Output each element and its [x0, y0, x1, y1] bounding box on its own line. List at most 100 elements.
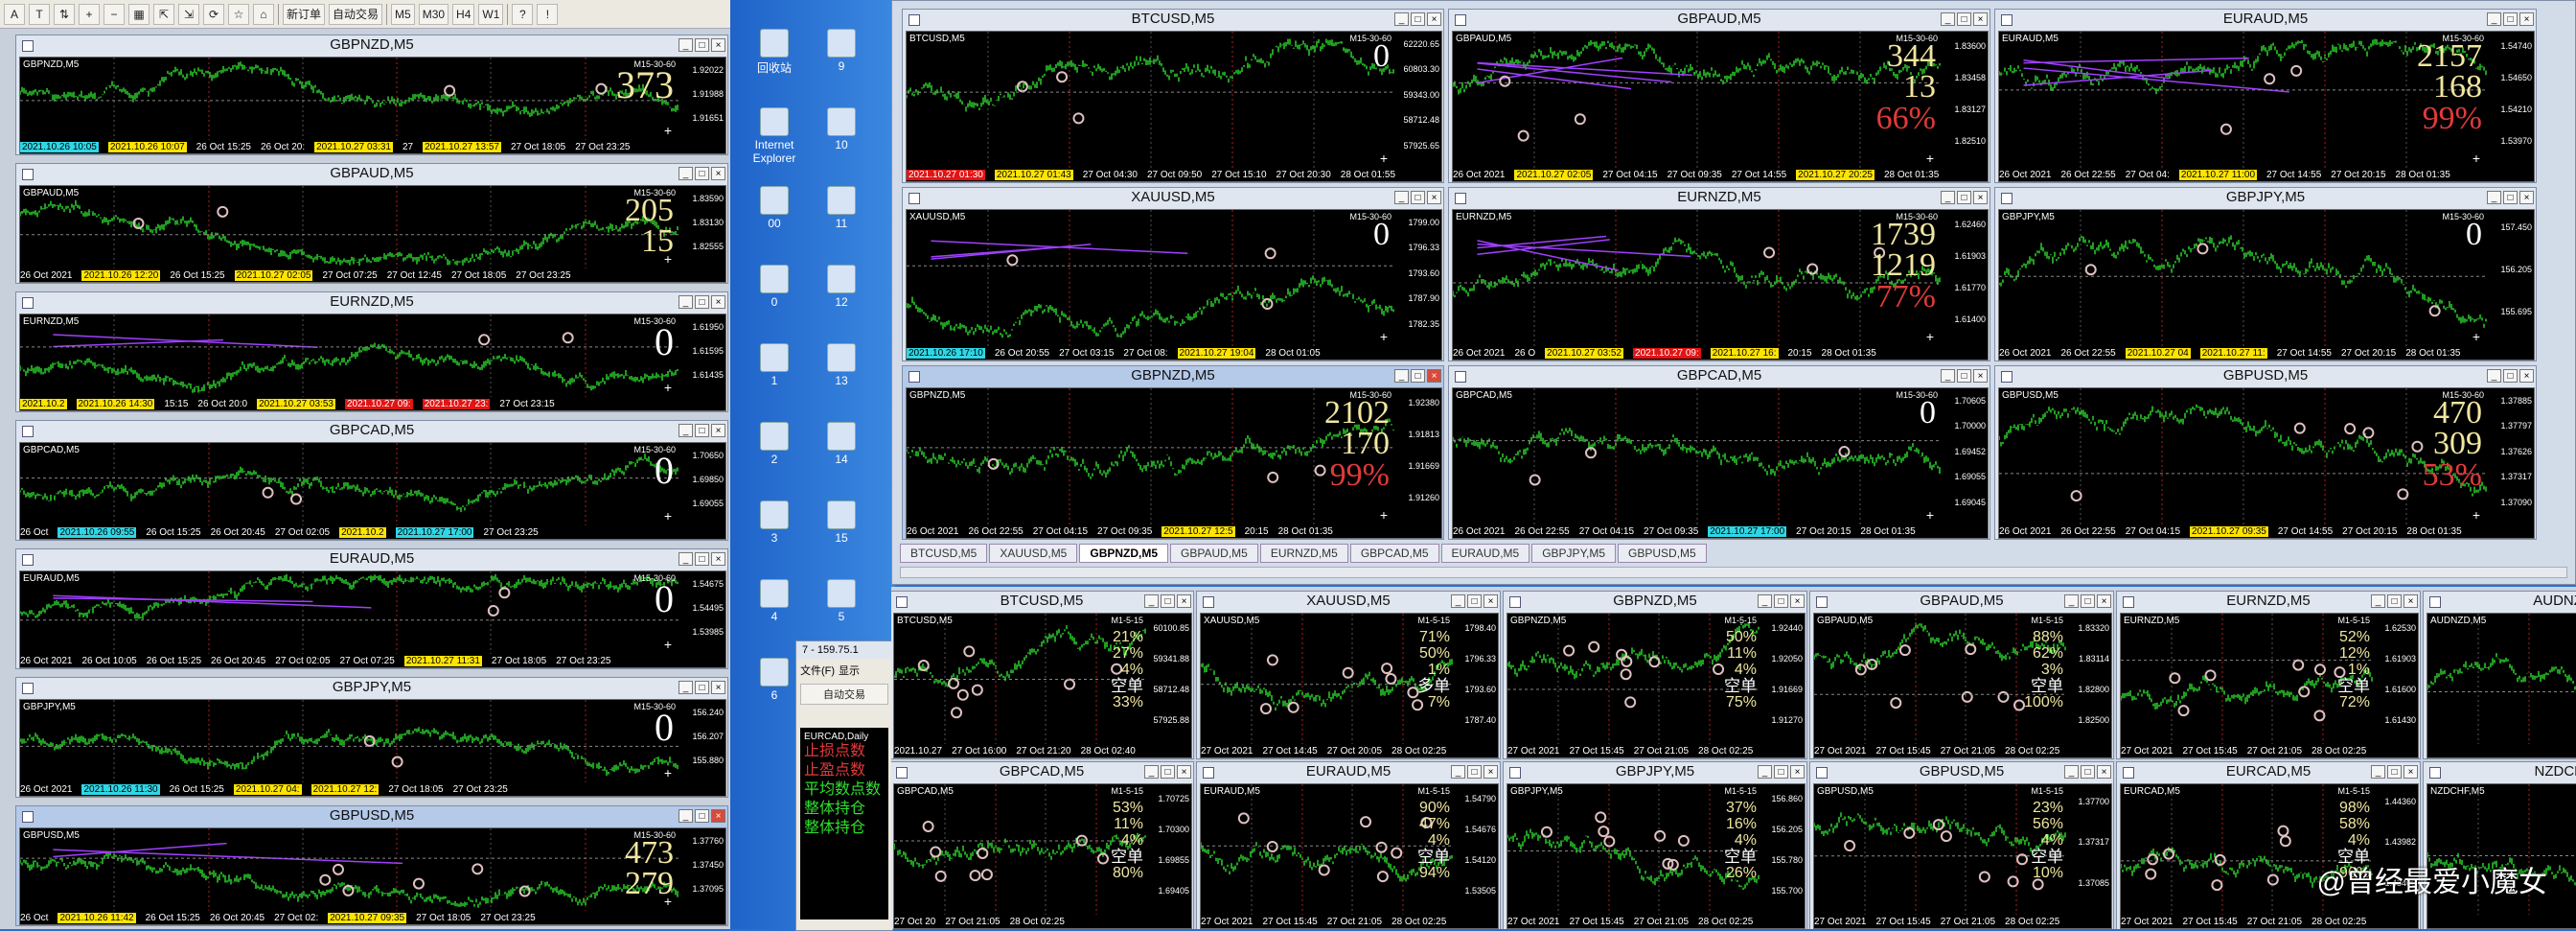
minimize-button[interactable]: _ [1941, 191, 1955, 204]
chart-window[interactable]: GBPJPY,M5 _ □ × GBPJPY,M5 M15-30-60 0 157.450 15… [1994, 187, 2537, 361]
auto-trade-button[interactable]: 自动交易 [800, 684, 888, 705]
minimize-button[interactable]: _ [2487, 191, 2501, 204]
chart-tab[interactable]: EURAUD,M5 [1440, 544, 1530, 563]
minimize-button[interactable]: _ [2487, 12, 2501, 26]
desktop-icon[interactable]: 回收站 [746, 29, 803, 76]
maximize-button[interactable]: □ [1467, 594, 1482, 608]
maximize-button[interactable]: □ [695, 552, 709, 566]
close-button[interactable]: × [1973, 191, 1988, 204]
chart-plot-area[interactable]: EURAUD,M5 M15-30-60 2157 168 99% 1.54740 1.546… [1998, 31, 2535, 182]
chart-plot-area[interactable]: EURNZD,M5 M1-5-15 52% 12% 1% 空单 72% 1.62530 1.61… [2120, 613, 2419, 758]
menu-view[interactable]: 显示 [839, 663, 860, 678]
close-button[interactable]: × [1427, 191, 1441, 204]
toolbar-button[interactable]: + [79, 3, 100, 25]
close-button[interactable]: × [1427, 369, 1441, 383]
chart-window[interactable]: GBPCAD,M5 _ □ × GBPCAD,M5 M15-30-60 0 1.70650 1.… [15, 420, 728, 541]
chart-plot-area[interactable]: XAUUSD,M5 M1-5-15 71% 50% 1% 多单 7% 1798.40 1796.… [1200, 613, 1499, 758]
maximize-button[interactable]: □ [2503, 12, 2518, 26]
chart-tab[interactable]: GBPCAD,M5 [1349, 544, 1439, 563]
toolbar-button[interactable]: 新订单 [283, 3, 326, 25]
maximize-button[interactable]: □ [695, 809, 709, 823]
close-button[interactable]: × [711, 681, 725, 694]
close-button[interactable]: × [2519, 12, 2534, 26]
chart-window[interactable]: GBPJPY,M5 _ □ × GBPJPY,M5 M1-5-15 37% 16% 4% 空单 26… [1503, 761, 1807, 929]
close-button[interactable]: × [1484, 765, 1498, 779]
toolbar-button[interactable]: ⌂ [253, 3, 274, 25]
chart-plot-area[interactable]: GBPAUD,M5 M1-5-15 88% 62% 3% 空单 100% 1.83320 1.8… [1813, 613, 2112, 758]
close-button[interactable]: × [1790, 765, 1805, 779]
minimize-button[interactable]: _ [1941, 12, 1955, 26]
chart-window[interactable]: XAUUSD,M5 _ □ × XAUUSD,M5 M1-5-15 71% 50% 1% 多单 7%… [1196, 591, 1501, 759]
toolbar-button[interactable]: − [104, 3, 125, 25]
desktop-icon[interactable]: 14 [813, 422, 870, 466]
minimize-button[interactable]: _ [678, 38, 693, 52]
minimize-button[interactable]: _ [678, 295, 693, 309]
toolbar-button[interactable]: ☆ [228, 3, 249, 25]
chart-window[interactable]: EURNZD,M5 _ □ × EURNZD,M5 M15-30-60 1739 1219 77… [1448, 187, 1990, 361]
close-button[interactable]: × [711, 167, 725, 180]
close-button[interactable]: × [1177, 594, 1191, 608]
close-button[interactable]: × [1177, 765, 1191, 779]
toolbar-button[interactable]: M5 [391, 3, 415, 25]
desktop-icon[interactable]: 6 [746, 658, 803, 702]
minimize-button[interactable]: _ [1758, 594, 1772, 608]
toolbar-button[interactable]: ⟳ [203, 3, 224, 25]
desktop-icon[interactable]: 13 [813, 343, 870, 387]
chart-plot-area[interactable]: GBPCAD,M5 M15-30-60 0 1.70650 1.69850 1.69055… [19, 442, 726, 540]
chart-window[interactable]: AUDNZD,M5_□×AUDNZD,M5 [2423, 591, 2576, 759]
chart-window[interactable]: GBPNZD,M5 _ □ × GBPNZD,M5 M15-30-60 373 1.92022… [15, 35, 728, 155]
close-button[interactable]: × [1427, 12, 1441, 26]
maximize-button[interactable]: □ [695, 167, 709, 180]
chart-window[interactable]: GBPNZD,M5 _ □ × GBPNZD,M5 M15-30-60 2102 170 99%… [902, 365, 1444, 540]
desktop-icon[interactable]: 9 [813, 29, 870, 73]
maximize-button[interactable]: □ [695, 681, 709, 694]
chart-window[interactable]: XAUUSD,M5 _ □ × XAUUSD,M5 M15-30-60 0 1799.00 17… [902, 187, 1444, 361]
minimize-button[interactable]: _ [2064, 594, 2079, 608]
chart-window[interactable]: GBPUSD,M5 _ □ × GBPUSD,M5 M15-30-60 473 279 1.37… [15, 805, 728, 926]
minimize-button[interactable]: _ [1394, 191, 1409, 204]
desktop-icon[interactable]: 2 [746, 422, 803, 466]
close-button[interactable]: × [711, 38, 725, 52]
maximize-button[interactable]: □ [695, 424, 709, 437]
chart-tab[interactable]: GBPAUD,M5 [1170, 544, 1258, 563]
chart-tab[interactable]: GBPJPY,M5 [1531, 544, 1617, 563]
minimize-button[interactable]: _ [1758, 765, 1772, 779]
toolbar-button[interactable]: M30 [418, 3, 449, 25]
desktop-icon[interactable]: 10 [813, 107, 870, 151]
chart-plot-area[interactable]: GBPJPY,M5 M1-5-15 37% 16% 4% 空单 26% 156.860 156.… [1506, 783, 1806, 929]
maximize-button[interactable]: □ [1411, 12, 1425, 26]
chart-plot-area[interactable]: GBPJPY,M5 M15-30-60 0 157.450 156.205 155.695… [1998, 209, 2535, 361]
maximize-button[interactable]: □ [695, 295, 709, 309]
toolbar-button[interactable]: W1 [478, 3, 504, 25]
chart-plot-area[interactable]: XAUUSD,M5 M15-30-60 0 1799.00 1796.33 1793.60… [906, 209, 1442, 361]
minimize-button[interactable]: _ [1144, 765, 1159, 779]
maximize-button[interactable]: □ [1774, 765, 1788, 779]
chart-window[interactable]: NZDCHF,M5_□×NZDCHF,M5 [2423, 761, 2576, 929]
chart-window[interactable]: GBPJPY,M5 _ □ × GBPJPY,M5 M15-30-60 0 156.240 15… [15, 677, 728, 798]
chart-plot-area[interactable]: BTCUSD,M5 M1-5-15 21% 27% 4% 空单 33% 60100.85 593… [893, 613, 1192, 758]
chart-plot-area[interactable]: EURCAD,M5 M1-5-15 98% 58% 4% 空单 96% 1.44360 1.43… [2120, 783, 2419, 929]
maximize-button[interactable]: □ [1411, 369, 1425, 383]
minimize-button[interactable]: _ [1394, 369, 1409, 383]
minimize-button[interactable]: _ [1144, 594, 1159, 608]
chart-window[interactable]: EURNZD,M5 _ □ × EURNZD,M5 M1-5-15 52% 12% 1% 空单 72… [2116, 591, 2421, 759]
chart-plot-area[interactable]: EURAUD,M5 M1-5-15 90% 47% 4% 空单 94% 1.54790 1.54… [1200, 783, 1499, 929]
close-button[interactable]: × [2519, 369, 2534, 383]
chart-window[interactable]: GBPUSD,M5 _ □ × GBPUSD,M5 M1-5-15 23% 56% 4% 空单 10… [1809, 761, 2114, 929]
chart-tab[interactable]: BTCUSD,M5 [900, 544, 988, 563]
chart-window[interactable]: BTCUSD,M5 _ □ × BTCUSD,M5 M15-30-60 0 62220.65 6… [902, 9, 1444, 183]
minimize-button[interactable]: _ [678, 681, 693, 694]
chart-plot-area[interactable]: GBPJPY,M5 M15-30-60 0 156.240 156.207 155.880… [19, 699, 726, 797]
maximize-button[interactable]: □ [2081, 594, 2095, 608]
chart-plot-area[interactable]: BTCUSD,M5 M15-30-60 0 62220.65 60803.30 59343… [906, 31, 1442, 182]
chart-tab[interactable]: XAUUSD,M5 [989, 544, 1078, 563]
minimize-button[interactable]: _ [2064, 765, 2079, 779]
minimize-button[interactable]: _ [678, 424, 693, 437]
maximize-button[interactable]: □ [1774, 594, 1788, 608]
close-button[interactable]: × [1973, 12, 1988, 26]
menu-file[interactable]: 文件(F) [800, 663, 835, 678]
desktop-icon[interactable]: Internet Explorer [746, 107, 803, 165]
chart-plot-area[interactable]: GBPNZD,M5 M1-5-15 50% 11% 4% 空单 75% 1.92440 1.92… [1506, 613, 1806, 758]
minimize-button[interactable]: _ [1394, 12, 1409, 26]
chart-window[interactable]: EURNZD,M5 _ □ × EURNZD,M5 M15-30-60 0 1.61950 1.… [15, 291, 728, 412]
